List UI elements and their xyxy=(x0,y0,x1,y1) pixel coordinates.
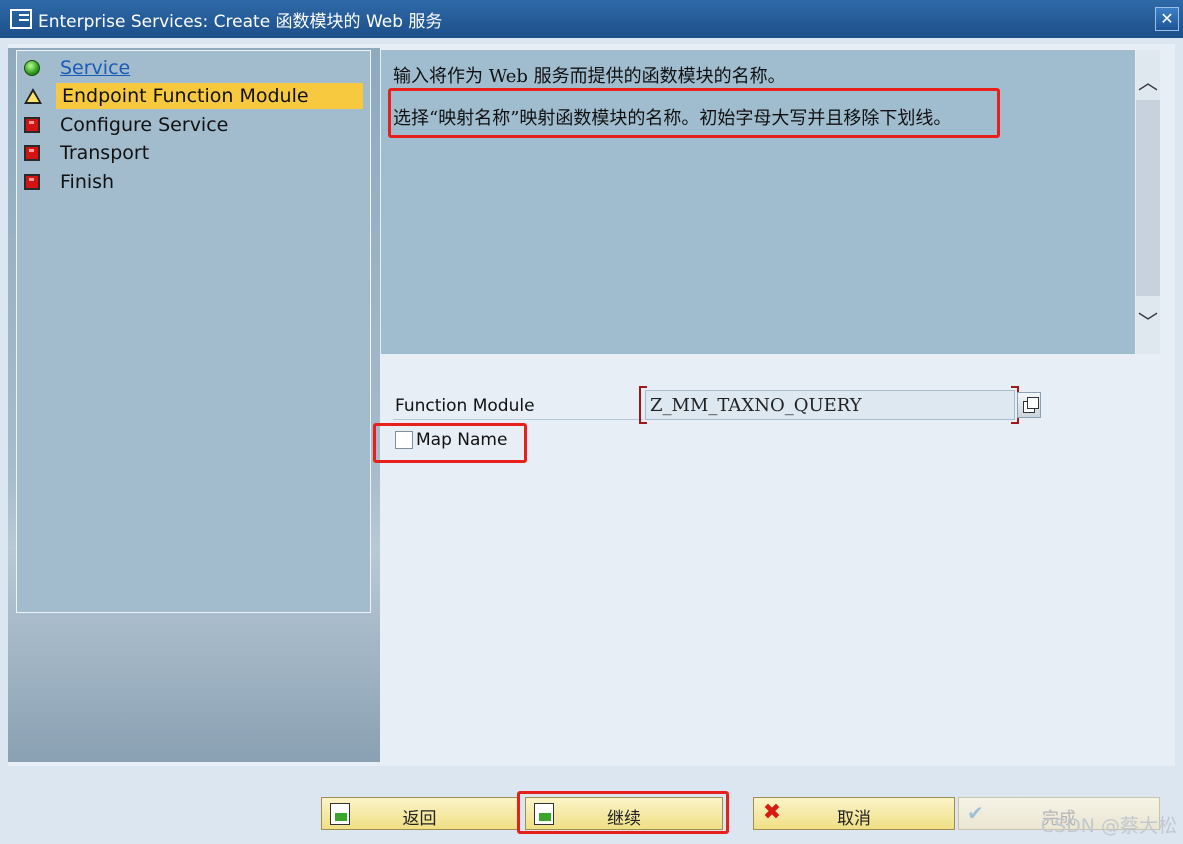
step-finish-label: Finish xyxy=(60,171,115,193)
cancel-button-label: 取消 xyxy=(837,809,871,829)
annotation-highlight-box xyxy=(373,423,527,463)
label-underline xyxy=(393,419,643,420)
step-configure-label: Configure Service xyxy=(60,114,229,136)
scroll-up-arrow-icon[interactable]: ︿ xyxy=(1136,60,1160,104)
annotation-highlight-box xyxy=(517,791,729,834)
step-transport[interactable]: Transport xyxy=(17,140,369,166)
window-title-bar: Enterprise Services: Create 函数模块的 Web 服务… xyxy=(0,0,1183,38)
window-app-icon xyxy=(10,9,32,29)
instruction-line-1: 输入将作为 Web 服务而提供的函数模块的名称。 xyxy=(393,66,786,87)
watermark-text: CSDN @蔡大松 xyxy=(1040,815,1177,837)
step-transport-label: Transport xyxy=(60,142,150,164)
wizard-steps-list: Service Endpoint Function Module Configu… xyxy=(16,50,371,613)
step-finish[interactable]: Finish xyxy=(17,169,369,195)
back-button-label: 返回 xyxy=(402,809,437,829)
status-red-icon xyxy=(24,117,40,133)
status-warning-icon xyxy=(24,88,42,104)
step-service-label[interactable]: Service xyxy=(60,57,130,79)
step-endpoint-function-module[interactable]: Endpoint Function Module xyxy=(17,83,369,109)
scroll-down-arrow-icon[interactable]: ﹀ xyxy=(1136,300,1160,344)
step-endpoint-label: Endpoint Function Module xyxy=(56,83,363,109)
value-help-icon[interactable] xyxy=(1017,392,1041,418)
close-button[interactable]: ✕ xyxy=(1155,7,1179,31)
step-service[interactable]: Service xyxy=(17,55,369,81)
window-title: Enterprise Services: Create 函数模块的 Web 服务 xyxy=(38,11,443,32)
annotation-highlight-box xyxy=(388,88,1000,138)
status-red-icon xyxy=(24,174,40,190)
back-button[interactable]: 返回 xyxy=(321,797,518,830)
step-configure-service[interactable]: Configure Service xyxy=(17,112,369,138)
cancel-button[interactable]: ✖ 取消 xyxy=(753,797,955,830)
scroll-thumb[interactable] xyxy=(1136,100,1160,296)
instruction-scrollbar[interactable]: ︿ ﹀ xyxy=(1136,50,1160,354)
status-green-icon xyxy=(24,60,40,76)
status-red-icon xyxy=(24,145,40,161)
function-module-input[interactable] xyxy=(645,390,1015,420)
function-module-label: Function Module xyxy=(395,396,535,416)
